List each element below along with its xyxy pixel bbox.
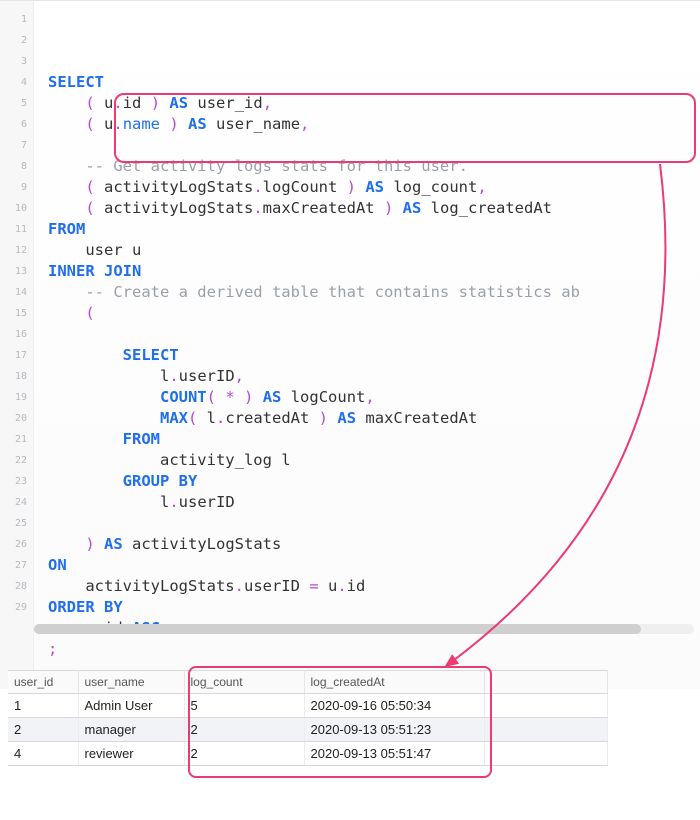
code-line[interactable]: activityLogStats.userID = u.id xyxy=(48,576,700,597)
table-row[interactable]: 2manager22020-09-13 05:51:23 xyxy=(8,718,608,742)
table-row[interactable]: 4reviewer22020-09-13 05:51:47 xyxy=(8,742,608,766)
line-number: 6 xyxy=(0,114,27,135)
column-header[interactable]: user_name xyxy=(78,671,184,694)
column-header[interactable]: log_count xyxy=(184,671,304,694)
code-area[interactable]: SELECT ( u.id ) AS user_id, ( u.name ) A… xyxy=(34,1,700,689)
line-number: 7 xyxy=(0,135,27,156)
code-line[interactable]: ( activityLogStats.maxCreatedAt ) AS log… xyxy=(48,198,700,219)
code-line[interactable] xyxy=(48,135,700,156)
line-number: 1 xyxy=(0,9,27,30)
line-number: 29 xyxy=(0,597,27,618)
code-line[interactable]: ( u.id ) AS user_id, xyxy=(48,93,700,114)
code-line[interactable]: COUNT( * ) AS logCount, xyxy=(48,387,700,408)
table-cell: 4 xyxy=(8,742,78,766)
line-number: 10 xyxy=(0,198,27,219)
results-body: 1Admin User52020-09-16 05:50:342manager2… xyxy=(8,694,608,766)
line-number: 2 xyxy=(0,30,27,51)
table-cell: reviewer xyxy=(78,742,184,766)
code-line[interactable]: user u xyxy=(48,240,700,261)
line-number: 17 xyxy=(0,345,27,366)
table-cell: manager xyxy=(78,718,184,742)
code-line[interactable]: FROM xyxy=(48,429,700,450)
line-number: 16 xyxy=(0,324,27,345)
code-line[interactable]: GROUP BY xyxy=(48,471,700,492)
code-line[interactable]: INNER JOIN xyxy=(48,261,700,282)
line-number: 19 xyxy=(0,387,27,408)
column-header[interactable]: user_id xyxy=(8,671,78,694)
code-line[interactable]: SELECT xyxy=(48,72,700,93)
line-number: 24 xyxy=(0,492,27,513)
line-number: 8 xyxy=(0,156,27,177)
table-cell xyxy=(484,718,608,742)
code-line[interactable] xyxy=(48,513,700,534)
line-number: 28 xyxy=(0,576,27,597)
code-line[interactable]: ; xyxy=(48,639,700,660)
code-line[interactable]: l.userID, xyxy=(48,366,700,387)
code-line[interactable]: ( activityLogStats.logCount ) AS log_cou… xyxy=(48,177,700,198)
line-number: 27 xyxy=(0,555,27,576)
line-number: 5 xyxy=(0,93,27,114)
query-results-panel: user_iduser_namelog_countlog_createdAt 1… xyxy=(8,670,692,766)
results-table: user_iduser_namelog_countlog_createdAt 1… xyxy=(8,670,608,766)
code-line[interactable]: FROM xyxy=(48,219,700,240)
table-cell: 1 xyxy=(8,694,78,718)
code-line[interactable] xyxy=(48,324,700,345)
line-number: 3 xyxy=(0,51,27,72)
code-line[interactable]: ORDER BY xyxy=(48,597,700,618)
line-number-gutter: 1234567891011121314151617181920212223242… xyxy=(0,1,34,689)
results-header-row: user_iduser_namelog_countlog_createdAt xyxy=(8,671,608,694)
line-number: 18 xyxy=(0,366,27,387)
column-header-spacer xyxy=(484,671,608,694)
table-cell xyxy=(484,694,608,718)
code-line[interactable]: ( u.name ) AS user_name, xyxy=(48,114,700,135)
table-cell: 2020-09-13 05:51:23 xyxy=(304,718,484,742)
table-cell xyxy=(484,742,608,766)
line-number: 9 xyxy=(0,177,27,198)
line-number: 20 xyxy=(0,408,27,429)
line-number: 11 xyxy=(0,219,27,240)
line-number: 4 xyxy=(0,72,27,93)
line-number: 23 xyxy=(0,471,27,492)
editor-body[interactable]: 1234567891011121314151617181920212223242… xyxy=(0,1,700,689)
code-line[interactable]: l.userID xyxy=(48,492,700,513)
code-line[interactable]: SELECT xyxy=(48,345,700,366)
line-number: 15 xyxy=(0,303,27,324)
code-line[interactable]: ( xyxy=(48,303,700,324)
table-cell: 2 xyxy=(184,718,304,742)
table-cell: 2 xyxy=(184,742,304,766)
table-cell: 2020-09-13 05:51:47 xyxy=(304,742,484,766)
line-number: 26 xyxy=(0,534,27,555)
table-cell: 2020-09-16 05:50:34 xyxy=(304,694,484,718)
column-header[interactable]: log_createdAt xyxy=(304,671,484,694)
code-line[interactable]: ON xyxy=(48,555,700,576)
code-line[interactable]: MAX( l.createdAt ) AS maxCreatedAt xyxy=(48,408,700,429)
line-number: 14 xyxy=(0,282,27,303)
scrollbar-thumb[interactable] xyxy=(34,624,641,634)
line-number: 25 xyxy=(0,513,27,534)
line-number: 21 xyxy=(0,429,27,450)
code-line[interactable]: -- Get activity logs stats for this user… xyxy=(48,156,700,177)
horizontal-scrollbar[interactable] xyxy=(34,624,694,634)
line-number: 12 xyxy=(0,240,27,261)
table-row[interactable]: 1Admin User52020-09-16 05:50:34 xyxy=(8,694,608,718)
code-line[interactable]: activity_log l xyxy=(48,450,700,471)
sql-editor: 1234567891011121314151617181920212223242… xyxy=(0,0,700,640)
code-line[interactable]: -- Create a derived table that contains … xyxy=(48,282,700,303)
line-number: 13 xyxy=(0,261,27,282)
table-cell: Admin User xyxy=(78,694,184,718)
line-number: 22 xyxy=(0,450,27,471)
code-line[interactable]: ) AS activityLogStats xyxy=(48,534,700,555)
table-cell: 2 xyxy=(8,718,78,742)
table-cell: 5 xyxy=(184,694,304,718)
